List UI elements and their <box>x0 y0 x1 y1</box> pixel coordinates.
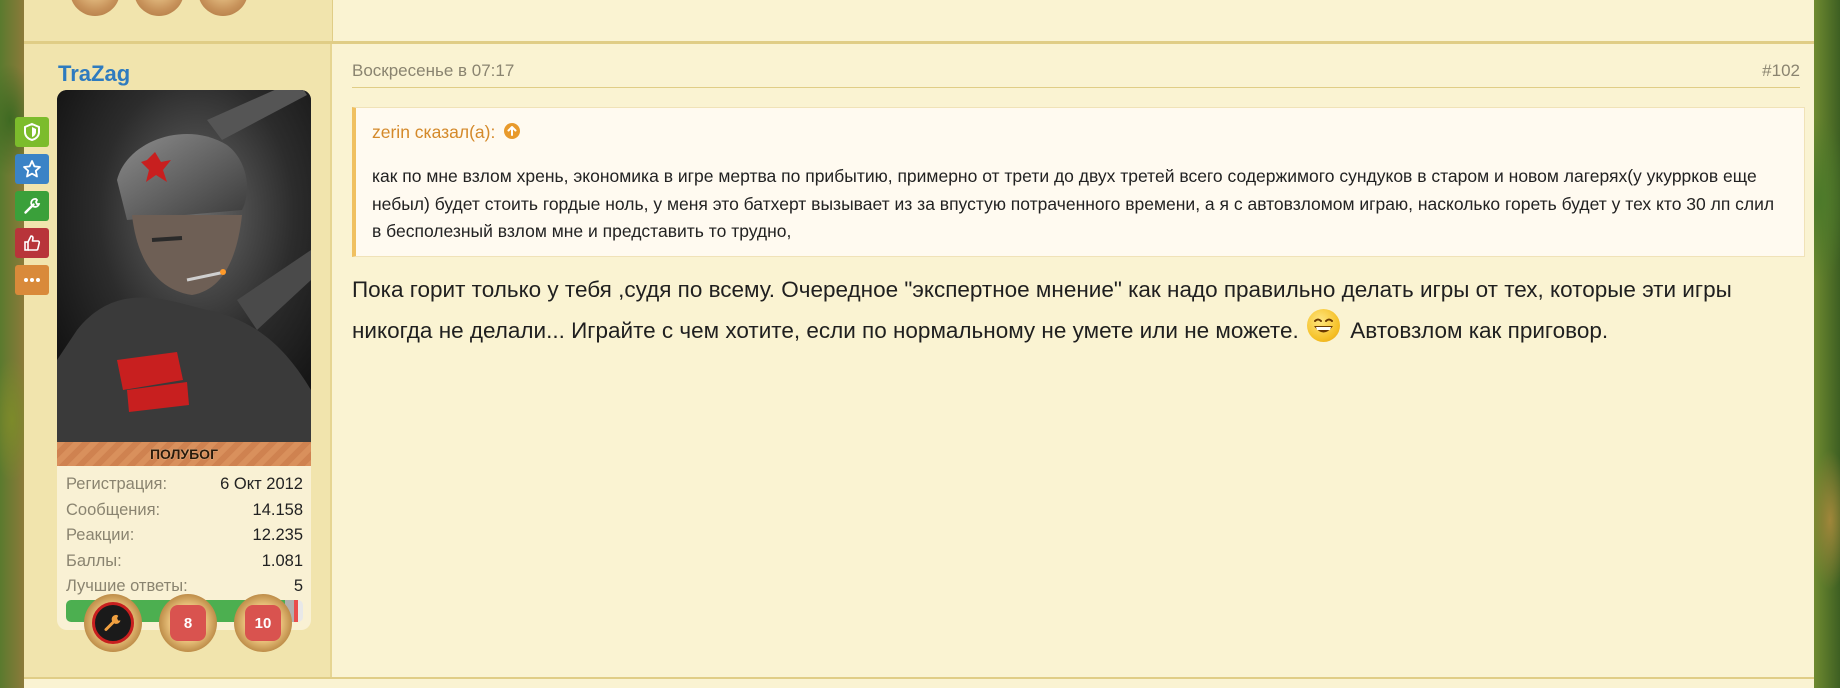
shield-icon <box>24 122 40 142</box>
laughing-emoji-icon <box>1307 309 1341 342</box>
stat-reactions: Реакции: 12.235 <box>66 523 303 549</box>
more-icon <box>24 278 40 282</box>
wrench-icon <box>24 198 41 214</box>
hexagon-trophy-icon: 8 <box>170 605 206 641</box>
divider <box>352 87 1800 88</box>
soldier-avatar-image <box>57 90 311 442</box>
trophy-level: 10 <box>254 614 272 632</box>
quote-author-label: zerin сказал(а): <box>372 122 496 142</box>
stat-registration: Регистрация: 6 Окт 2012 <box>66 472 303 498</box>
trophy-medal[interactable]: 10 <box>234 594 292 652</box>
stat-value: 12.235 <box>252 526 303 545</box>
stat-value[interactable]: 1.081 <box>262 552 303 571</box>
star-badge[interactable] <box>15 154 49 184</box>
stat-messages: Сообщения: 14.158 <box>66 498 303 524</box>
post-date-link[interactable]: Воскресенье в 07:17 <box>352 61 514 81</box>
previous-trophy-icon[interactable] <box>134 0 184 16</box>
more-badge[interactable] <box>15 265 49 295</box>
wrench-icon <box>104 614 121 631</box>
stat-label: Баллы: <box>66 551 122 570</box>
user-stats: Регистрация: 6 Окт 2012 Сообщения: 14.15… <box>66 472 303 600</box>
user-badges <box>15 117 53 302</box>
forum-post: TraZag ПОЛУБОГ Регистрация: 6 Окт 2012 С… <box>15 43 1814 679</box>
stat-label: Сообщения: <box>66 500 161 519</box>
arrow-up-circle-icon[interactable] <box>503 122 521 140</box>
hexagon-trophy-icon: 10 <box>245 605 281 641</box>
trophy-medal[interactable]: 8 <box>159 594 217 652</box>
trophy-medal[interactable] <box>84 594 142 652</box>
quote-author-link[interactable]: zerin сказал(а): <box>372 122 521 143</box>
message-text-end: Автовзлом как приговор. <box>1350 318 1609 343</box>
post-number-link[interactable]: #102 <box>1762 61 1800 81</box>
previous-trophy-icon[interactable] <box>70 0 120 16</box>
stat-label: Реакции: <box>66 526 135 545</box>
stat-points: Баллы: 1.081 <box>66 549 303 575</box>
stat-value[interactable]: 14.158 <box>253 501 303 520</box>
wrench-badge[interactable] <box>15 191 49 221</box>
trophy-row: 8 10 <box>84 594 334 654</box>
user-card: ПОЛУБОГ Регистрация: 6 Окт 2012 Сообщени… <box>57 90 311 630</box>
post-message: Пока горит только у тебя ,судя по всему.… <box>352 270 1792 350</box>
thumbs-up-badge[interactable] <box>15 228 49 258</box>
wrench-trophy-icon <box>92 602 134 644</box>
thread-page: TraZag ПОЛУБОГ Регистрация: 6 Окт 2012 С… <box>15 0 1814 688</box>
user-rank-banner: ПОЛУБОГ <box>57 442 311 466</box>
username-link[interactable]: TraZag <box>58 61 130 87</box>
trophy-level: 8 <box>183 614 193 632</box>
quote-block: zerin сказал(а): как по мне взлом хрень,… <box>352 107 1805 257</box>
post-body: Воскресенье в 07:17 #102 zerin сказал(а)… <box>352 44 1805 677</box>
user-sidebar: TraZag ПОЛУБОГ Регистрация: 6 Окт 2012 С… <box>15 44 334 677</box>
thumbs-up-icon <box>24 235 41 251</box>
previous-trophy-icon[interactable] <box>198 0 248 16</box>
stat-value: 6 Окт 2012 <box>220 475 303 494</box>
shield-badge[interactable] <box>15 117 49 147</box>
previous-post-sidebar <box>24 0 333 41</box>
previous-post <box>24 0 1814 43</box>
avatar[interactable] <box>57 90 311 442</box>
quote-text: как по мне взлом хрень, экономика в игре… <box>372 166 1775 241</box>
stat-label: Регистрация: <box>66 475 168 494</box>
star-icon <box>23 160 41 178</box>
